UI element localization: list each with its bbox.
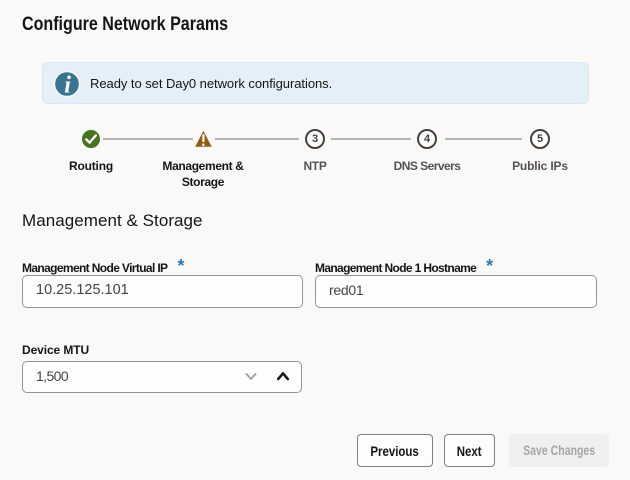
svg-text:i: i	[64, 73, 71, 98]
